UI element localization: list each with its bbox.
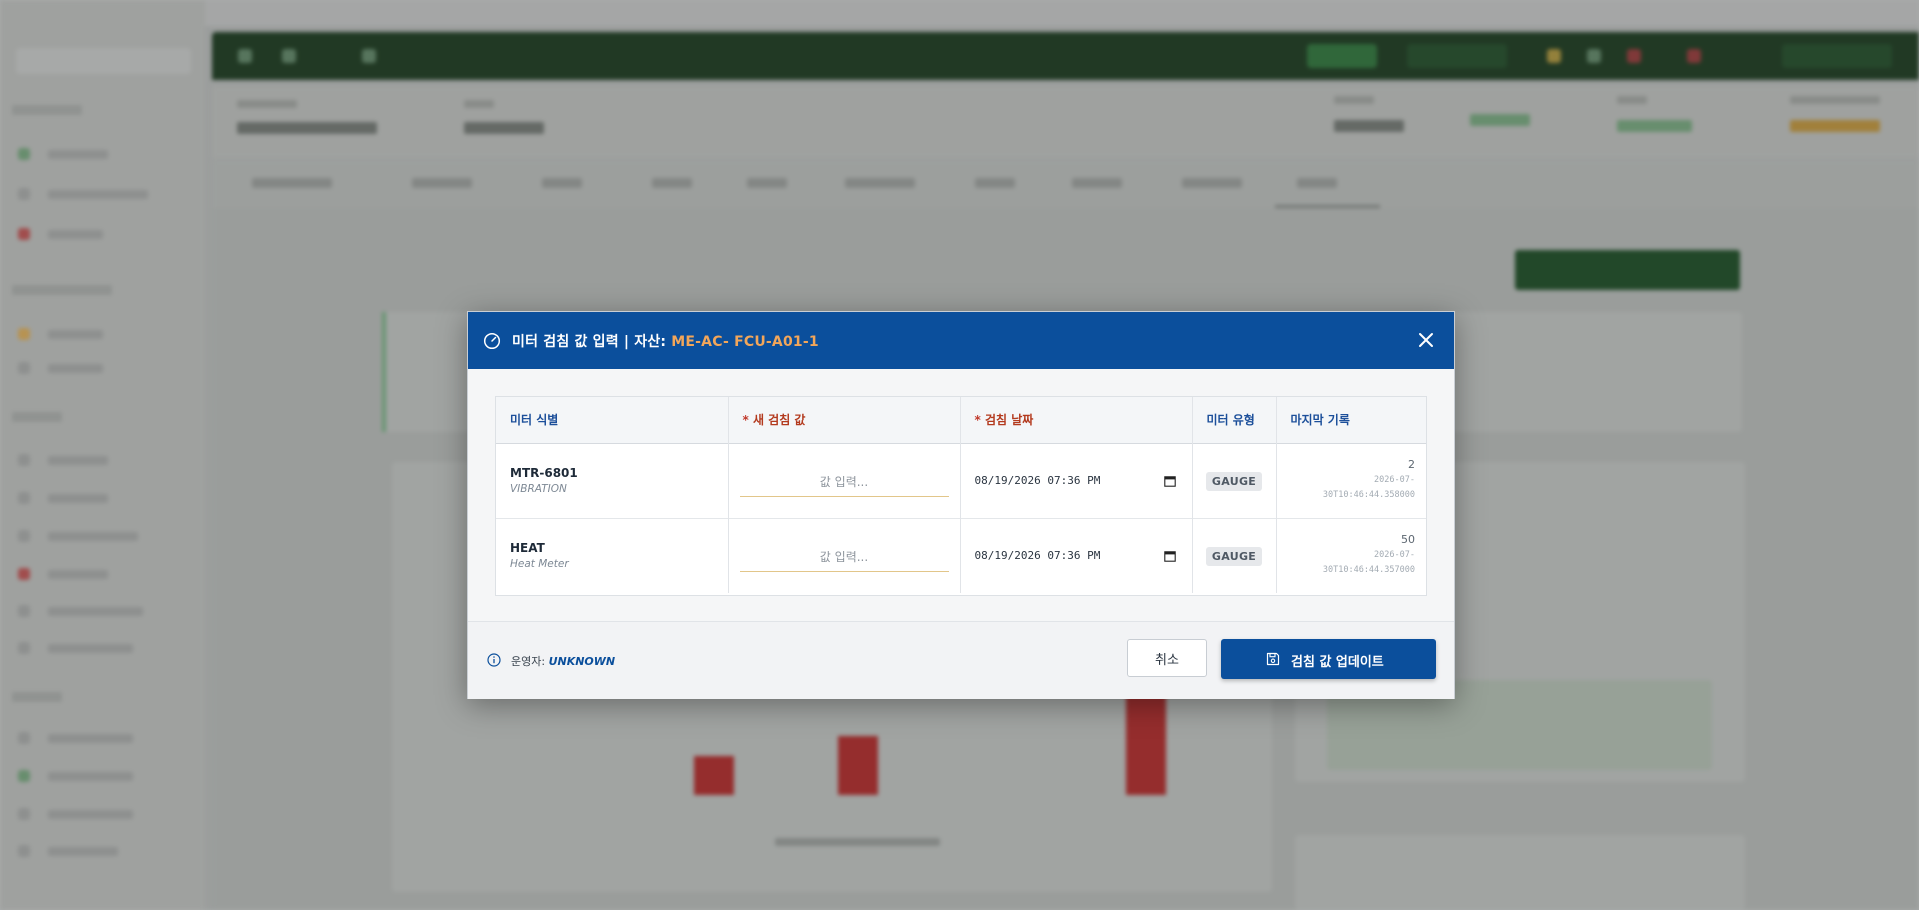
last-record-value: 2: [1408, 458, 1415, 471]
update-readings-label: 검침 값 업데이트: [1291, 655, 1384, 670]
modal-header: 미터 검침 값 입력 | 자산: ME-AC- FCU-A01-1: [468, 312, 1454, 369]
operator-label: 운영자:: [511, 655, 549, 668]
update-readings-button[interactable]: 검침 값 업데이트: [1221, 639, 1436, 679]
modal-title-text: 미터 검침 값 입력 | 자산:: [512, 334, 672, 350]
last-record-value: 50: [1401, 533, 1415, 547]
reading-date-input[interactable]: 08/19/2026 07:36 PM: [975, 470, 1180, 492]
last-record-time: 30T10:46:44.358000: [1322, 490, 1415, 500]
save-icon: [1266, 652, 1280, 666]
calendar-icon[interactable]: [1163, 550, 1176, 562]
info-icon: [487, 653, 501, 667]
reading-date-cell: 08/19/2026 07:36 PM: [960, 518, 1193, 593]
last-record-timestamp: 2026-07- 30T10:46:44.358000: [1277, 473, 1415, 503]
table-row: MTR-6801 VIBRATION 08/19/2026 07:36 PM: [496, 443, 1426, 518]
col-new-value: * 새 검침 값: [728, 397, 961, 443]
col-reading-date: * 검침 날짜: [960, 397, 1193, 443]
last-record-timestamp: 2026-07- 30T10:46:44.357000: [1277, 548, 1415, 578]
col-reading-date-label: 검침 날짜: [980, 413, 1034, 428]
table-header-row: 미터 식별 * 새 검침 값 * 검침 날짜 미터 유형 마지막 기록: [496, 397, 1426, 443]
meter-type-cell: GAUGE: [1192, 443, 1277, 518]
col-meter-type: 미터 유형: [1192, 397, 1277, 443]
last-record-time: 30T10:46:44.357000: [1322, 565, 1415, 576]
meter-type-badge: GAUGE: [1205, 472, 1263, 491]
new-value-cell: [728, 443, 961, 518]
modal-title: 미터 검침 값 입력 | 자산: ME-AC- FCU-A01-1: [512, 331, 819, 351]
meter-reading-modal: 미터 검침 값 입력 | 자산: ME-AC- FCU-A01-1 미터 식별 …: [467, 311, 1455, 699]
reading-date-value: 08/19/2026 07:36 PM: [974, 473, 1101, 487]
reading-date-cell: 08/19/2026 07:36 PM: [960, 443, 1193, 518]
last-record-cell: 50 2026-07- 30T10:46:44.357000: [1276, 518, 1426, 593]
last-record-cell: 2 2026-07- 30T10:46:44.358000: [1276, 443, 1426, 518]
meter-type-badge: GAUGE: [1205, 547, 1263, 567]
col-new-value-label: 새 검침 값: [748, 413, 806, 428]
operator-info: 운영자: UNKNOWN: [511, 653, 615, 669]
close-icon[interactable]: [1416, 330, 1436, 350]
last-record-date: 2026-07-: [1374, 475, 1415, 485]
meter-table: 미터 식별 * 새 검침 값 * 검침 날짜 미터 유형 마지막 기록 MTR-…: [495, 396, 1427, 596]
meter-code: MTR-6801: [510, 466, 578, 480]
meter-id-cell: MTR-6801 VIBRATION: [496, 443, 729, 518]
meter-name: VIBRATION: [510, 483, 567, 495]
gauge-icon: [483, 332, 501, 350]
meter-id-cell: HEAT Heat Meter: [496, 518, 729, 593]
cancel-button[interactable]: 취소: [1127, 639, 1207, 677]
col-meter-id: 미터 식별: [496, 397, 729, 443]
operator-value: UNKNOWN: [548, 655, 616, 668]
calendar-icon[interactable]: [1163, 475, 1176, 487]
last-record-date: 2026-07-: [1374, 550, 1415, 561]
reading-date-value: 08/19/2026 07:36 PM: [974, 548, 1101, 562]
meter-name: Heat Meter: [510, 558, 569, 571]
asset-id: ME-AC- FCU-A01-1: [671, 334, 819, 350]
reading-date-input[interactable]: 08/19/2026 07:36 PM: [975, 545, 1180, 567]
meter-code: HEAT: [510, 541, 545, 556]
modal-footer: 운영자: UNKNOWN 취소 검침 값 업데이트: [468, 621, 1454, 699]
col-last-record: 마지막 기록: [1290, 413, 1350, 428]
table-row: HEAT Heat Meter 08/19/2026 07:36 PM: [496, 518, 1426, 593]
new-value-input[interactable]: [739, 543, 949, 573]
new-value-cell: [728, 518, 961, 593]
meter-type-cell: GAUGE: [1192, 518, 1277, 593]
new-value-input[interactable]: [739, 468, 949, 497]
